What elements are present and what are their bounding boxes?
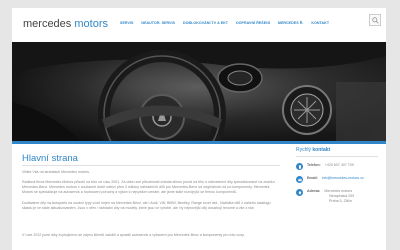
- nav-item-servis[interactable]: SERVIS: [120, 21, 137, 25]
- intro-paragraph: Vítáte Vás na stránkách Mercedes motors.: [22, 170, 90, 174]
- hero-accent-bar: [12, 141, 386, 144]
- nav-item-doblokovani[interactable]: DOBLOKOVÁNÍ TV A EKT: [179, 21, 232, 25]
- quick-contact-divider: [296, 156, 378, 157]
- page-container: mercedes motors SERVIS NEAUTOR. SERVIS D…: [12, 8, 386, 250]
- car-interior-photo: [12, 42, 386, 142]
- email-link[interactable]: info@mercedes-motors.cz: [322, 176, 364, 180]
- email-label: Email:: [307, 176, 318, 180]
- brand-word2: motors: [74, 18, 108, 30]
- quick-contact-panel: Rychlý kontakt Telefon: +420 607 407 709…: [296, 147, 378, 210]
- envelope-icon: [296, 176, 303, 183]
- quick-contact-title: Rychlý kontakt: [296, 147, 378, 153]
- phone-icon: [296, 163, 303, 170]
- nav-item-kontakt[interactable]: KONTAKT: [307, 21, 333, 25]
- hero-image: [12, 42, 386, 142]
- parts-paragraph: Dodáváme díly na Autoparts na osobní typ…: [22, 201, 271, 211]
- nav-item-dopravni-reseni[interactable]: DOPRAVNÍ ŘEŠENÍ: [232, 21, 274, 25]
- address-label: Adresa:: [307, 189, 321, 193]
- phone-label: Telefon:: [307, 163, 321, 167]
- search-button[interactable]: [369, 14, 381, 26]
- quick-contact-title-prefix: Rychlý: [296, 147, 312, 153]
- quick-contact-title-bold: kontakt: [312, 147, 331, 153]
- company-paragraph: Radinná firma Mercedes-Motors působí na …: [22, 180, 275, 195]
- page-title: Hlavní strana: [22, 153, 78, 164]
- contact-address-row: Adresa: Mercedes motors Nerapinská 259 P…: [296, 189, 378, 204]
- search-icon: [371, 16, 379, 24]
- brand-logo[interactable]: mercedes motors: [23, 18, 108, 30]
- contact-phone-row: Telefon: +420 607 407 709: [296, 163, 378, 170]
- map-pin-icon: [296, 189, 303, 196]
- nav-item-neautor-servis[interactable]: NEAUTOR. SERVIS: [137, 21, 179, 25]
- brand-word1: mercedes: [23, 18, 72, 30]
- contact-email-row: Email: info@mercedes-motors.cz: [296, 176, 378, 183]
- address-line-3: Praha 5, Zličín: [329, 199, 353, 203]
- service-paragraph: V roce 2012 jsme díky zvyšujícímu se záj…: [22, 233, 245, 237]
- title-divider: [22, 165, 280, 166]
- address-line-1: Mercedes motors: [324, 189, 353, 193]
- main-navigation: SERVIS NEAUTOR. SERVIS DOBLOKOVÁNÍ TV A …: [120, 16, 333, 30]
- nav-item-mercedes[interactable]: MERCEDES Ř.: [274, 21, 308, 25]
- address-line-2: Nerapinská 259: [329, 194, 355, 198]
- phone-value[interactable]: +420 607 407 709: [325, 163, 354, 167]
